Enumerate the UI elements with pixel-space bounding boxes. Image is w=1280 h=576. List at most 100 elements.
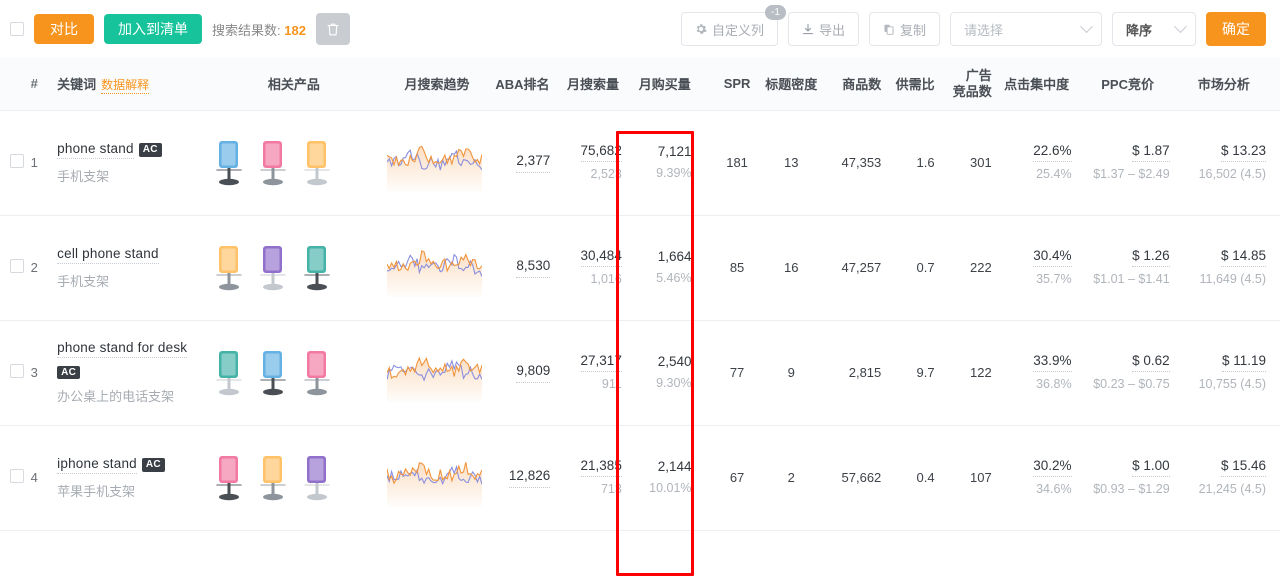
related-products-cell — [204, 110, 383, 215]
th-goods-count[interactable]: 商品数 — [822, 58, 885, 110]
monthly-purchase-sub: 5.46% — [656, 269, 691, 288]
select-all-checkbox[interactable] — [10, 22, 24, 36]
th-aba-rank[interactable]: ABA排名 — [491, 58, 561, 110]
search-trend-cell[interactable] — [383, 320, 490, 425]
product-thumbnail[interactable] — [252, 452, 294, 504]
row-checkbox[interactable] — [10, 259, 24, 273]
ppc-bid-cell: $ 0.62 $0.23 – $0.75 — [1082, 320, 1178, 425]
ac-badge: AC — [139, 143, 162, 157]
click-concentration-value[interactable]: 22.6% — [1033, 142, 1071, 162]
toolbar-left-group: 对比 加入到清单 搜索结果数: 182 — [10, 13, 350, 45]
click-concentration-value[interactable]: 30.4% — [1033, 247, 1071, 267]
product-thumbnail[interactable] — [296, 452, 338, 504]
row-checkbox[interactable] — [10, 364, 24, 378]
th-monthly-purchase[interactable]: 月购买量 — [634, 58, 714, 110]
keyword-text[interactable]: iphone stand — [57, 456, 137, 474]
monthly-search-value[interactable]: 30,484 — [581, 247, 622, 267]
add-to-list-button[interactable]: 加入到清单 — [104, 14, 202, 44]
monthly-search-value[interactable]: 21,385 — [581, 457, 622, 477]
search-trend-cell[interactable] — [383, 110, 490, 215]
row-index: 4 — [27, 425, 54, 530]
monthly-search-value[interactable]: 75,682 — [581, 142, 622, 162]
market-price-value[interactable]: $ 13.23 — [1221, 142, 1266, 162]
search-trend-sparkline — [387, 449, 482, 507]
row-checkbox[interactable] — [10, 469, 24, 483]
th-click-concentration[interactable]: 点击集中度 — [998, 58, 1082, 110]
delete-button[interactable] — [316, 13, 350, 45]
confirm-button[interactable]: 确定 — [1206, 12, 1266, 46]
market-price-value[interactable]: $ 14.85 — [1221, 247, 1266, 267]
table-row[interactable]: 2 cell phone stand 手机支架 — [0, 215, 1280, 320]
th-monthly-search[interactable]: 月搜索量 — [560, 58, 634, 110]
monthly-purchase-value: 2,540 — [658, 353, 692, 371]
custom-columns-badge: -1 — [765, 5, 786, 20]
ppc-bid-value[interactable]: $ 1.26 — [1132, 247, 1170, 267]
monthly-purchase-value: 1,664 — [658, 248, 692, 266]
keyword-cell: cell phone stand 手机支架 — [53, 215, 204, 320]
product-thumbnail-list — [208, 347, 379, 399]
ppc-bid-range: $0.23 – $0.75 — [1093, 375, 1169, 394]
product-thumbnail[interactable] — [252, 347, 294, 399]
keyword-text[interactable]: phone stand for desk — [57, 340, 187, 358]
keyword-text[interactable]: cell phone stand — [57, 246, 159, 264]
copy-icon — [883, 23, 895, 36]
monthly-search-value[interactable]: 27,317 — [581, 352, 622, 372]
product-thumbnail[interactable] — [252, 137, 294, 189]
th-spr[interactable]: SPR — [714, 58, 761, 110]
sort-field-select[interactable]: 请选择 — [950, 12, 1102, 46]
table-row[interactable]: 1 phone standAC 手机支架 — [0, 110, 1280, 215]
aba-rank-value[interactable]: 2,377 — [516, 152, 550, 172]
supply-demand-value: 1.6 — [885, 110, 944, 215]
export-button[interactable]: 导出 — [788, 12, 859, 46]
click-concentration-value[interactable]: 33.9% — [1033, 352, 1071, 372]
export-label: 导出 — [819, 20, 845, 39]
keyword-table: # 关键词数据解释 相关产品 月搜索趋势 ABA排名 月搜索量 月购买量 SPR… — [0, 58, 1280, 531]
th-ad-competitors[interactable]: 广告 竞品数 — [945, 58, 998, 110]
search-trend-cell[interactable] — [383, 215, 490, 320]
row-checkbox[interactable] — [10, 154, 24, 168]
compare-button[interactable]: 对比 — [34, 14, 94, 44]
product-thumbnail-icon — [296, 452, 338, 504]
search-trend-sparkline — [387, 239, 482, 297]
product-thumbnail[interactable] — [208, 452, 250, 504]
th-market-analysis[interactable]: 市场分析 — [1178, 58, 1280, 110]
click-concentration-value[interactable]: 30.2% — [1033, 457, 1071, 477]
product-thumbnail[interactable] — [296, 137, 338, 189]
product-thumbnail[interactable] — [208, 347, 250, 399]
th-keyword[interactable]: 关键词数据解释 — [53, 58, 204, 110]
custom-columns-button[interactable]: 自定义列 -1 — [681, 12, 778, 46]
ppc-bid-range: $0.93 – $1.29 — [1093, 480, 1169, 499]
product-thumbnail[interactable] — [208, 242, 250, 294]
th-search-trend[interactable]: 月搜索趋势 — [383, 58, 490, 110]
table-row[interactable]: 3 phone stand for desk AC 办公桌上的电话支架 — [0, 320, 1280, 425]
monthly-search-cell: 27,317 911 — [560, 320, 634, 425]
ppc-bid-value[interactable]: $ 0.62 — [1132, 352, 1170, 372]
aba-rank-value[interactable]: 12,826 — [509, 467, 550, 487]
market-price-value[interactable]: $ 15.46 — [1221, 457, 1266, 477]
product-thumbnail[interactable] — [296, 242, 338, 294]
sort-order-value: 降序 — [1126, 20, 1152, 39]
title-density-value: 16 — [761, 215, 822, 320]
copy-label: 复制 — [900, 20, 926, 39]
product-thumbnail[interactable] — [252, 242, 294, 294]
th-title-density[interactable]: 标题密度 — [761, 58, 822, 110]
keyword-text[interactable]: phone stand — [57, 141, 134, 159]
copy-button[interactable]: 复制 — [869, 12, 940, 46]
product-thumbnail[interactable] — [208, 137, 250, 189]
ppc-bid-value[interactable]: $ 1.00 — [1132, 457, 1170, 477]
search-trend-cell[interactable] — [383, 425, 490, 530]
aba-rank-value[interactable]: 9,809 — [516, 362, 550, 382]
th-supply-demand[interactable]: 供需比 — [885, 58, 944, 110]
product-thumbnail-icon — [208, 452, 250, 504]
market-price-value[interactable]: $ 11.19 — [1222, 352, 1266, 372]
data-explanation-link[interactable]: 数据解释 — [101, 78, 149, 94]
th-ppc-bid[interactable]: PPC竞价 — [1082, 58, 1178, 110]
th-keyword-label: 关键词 — [57, 77, 96, 92]
sort-order-select[interactable]: 降序 — [1112, 12, 1196, 46]
keyword-title-line: phone stand AC — [57, 141, 200, 159]
product-thumbnail[interactable] — [296, 347, 338, 399]
table-row[interactable]: 4 iphone standAC 苹果手机支架 — [0, 425, 1280, 530]
aba-rank-value[interactable]: 8,530 — [516, 257, 550, 277]
keyword-translation: 手机支架 — [57, 271, 200, 290]
ppc-bid-value[interactable]: $ 1.87 — [1132, 142, 1170, 162]
